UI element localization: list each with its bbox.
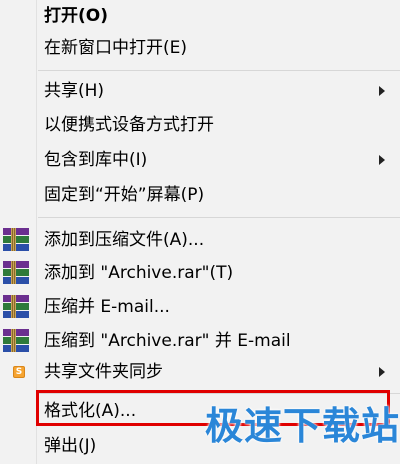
- menu-item-compress-to-rar-and-email-label: 压缩到 "Archive.rar" 并 E-mail: [44, 331, 291, 351]
- menu-item-include-in-library-label: 包含到库中(I): [44, 150, 148, 170]
- menu-item-share-label: 共享(H): [44, 81, 105, 101]
- winrar-icon: [3, 295, 29, 318]
- menu-item-share[interactable]: 共享(H): [0, 75, 400, 107]
- menu-item-compress-and-email[interactable]: 压缩并 E-mail...: [0, 291, 400, 323]
- submenu-arrow-icon: [379, 155, 385, 165]
- menu-item-add-to-archive-rar-label: 添加到 "Archive.rar"(T): [44, 263, 234, 283]
- menu-item-open-portable-device[interactable]: 以便携式设备方式打开: [0, 109, 400, 141]
- menu-item-open[interactable]: 打开(O): [0, 0, 400, 32]
- menu-item-open-label: 打开(O): [44, 6, 108, 26]
- submenu-arrow-icon: [379, 367, 385, 377]
- menu-item-compress-and-email-label: 压缩并 E-mail...: [44, 297, 170, 317]
- menu-item-add-to-archive-rar[interactable]: 添加到 "Archive.rar"(T): [0, 257, 400, 289]
- menu-item-include-in-library[interactable]: 包含到库中(I): [0, 144, 400, 176]
- winrar-icon: [3, 228, 29, 251]
- menu-item-shared-folder-sync-label: 共享文件夹同步: [44, 362, 163, 382]
- menu-item-eject-label: 弹出(J): [44, 436, 97, 456]
- menu-item-add-to-archive[interactable]: 添加到压缩文件(A)...: [0, 224, 400, 256]
- watermark-text: 极速下载站: [205, 404, 400, 448]
- menu-item-open-new-window-label: 在新窗口中打开(E): [44, 38, 188, 58]
- menu-item-open-portable-device-label: 以便携式设备方式打开: [44, 115, 214, 135]
- menu-item-open-new-window[interactable]: 在新窗口中打开(E): [0, 32, 400, 64]
- menu-separator: [38, 217, 400, 218]
- menu-item-compress-to-rar-and-email[interactable]: 压缩到 "Archive.rar" 并 E-mail: [0, 325, 400, 357]
- winrar-icon: [3, 329, 29, 352]
- menu-item-pin-to-start[interactable]: 固定到“开始”屏幕(P): [0, 179, 400, 211]
- winrar-icon: [3, 261, 29, 284]
- context-menu: 打开(O) 在新窗口中打开(E) 共享(H) 以便携式设备方式打开 包含到库中(…: [0, 0, 400, 464]
- submenu-arrow-icon: [379, 86, 385, 96]
- menu-item-add-to-archive-label: 添加到压缩文件(A)...: [44, 230, 205, 250]
- shared-folder-sync-icon: S: [13, 366, 25, 378]
- menu-separator: [38, 70, 400, 71]
- menu-item-shared-folder-sync[interactable]: S 共享文件夹同步: [0, 356, 400, 388]
- menu-item-pin-to-start-label: 固定到“开始”屏幕(P): [44, 185, 205, 205]
